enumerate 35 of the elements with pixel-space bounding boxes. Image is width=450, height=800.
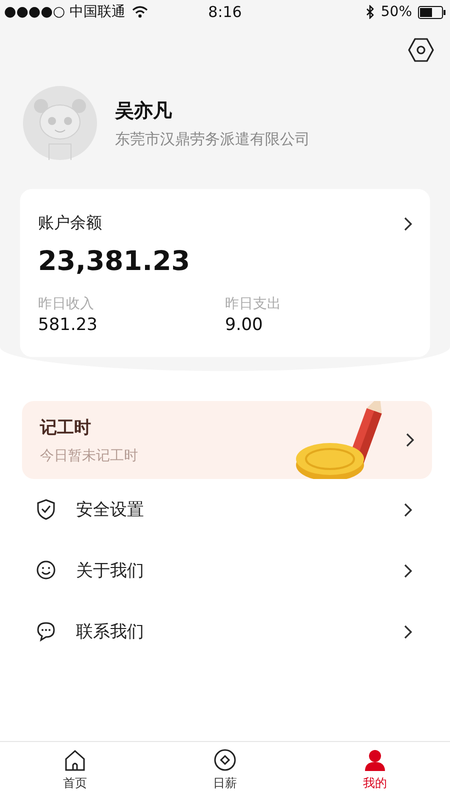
shield-check-icon bbox=[36, 499, 56, 520]
tab-item[interactable]: 日薪 bbox=[201, 742, 249, 800]
work-hours-subtitle: 今日暂未记工时 bbox=[40, 446, 139, 464]
chevron-right-icon bbox=[402, 562, 412, 578]
balance-card[interactable]: 账户余额 23,381.23 昨日收入 581.23 昨日支出 9.00 bbox=[20, 189, 430, 357]
user-name: 吴亦凡 bbox=[115, 98, 173, 124]
chat-bubble-icon bbox=[36, 621, 56, 642]
person-icon bbox=[364, 749, 386, 772]
battery-icon bbox=[418, 6, 446, 18]
chevron-right-icon bbox=[402, 216, 412, 232]
home-icon bbox=[64, 749, 86, 772]
carrier-label: ●●●●○ 中国联通 bbox=[4, 3, 126, 21]
tab-item[interactable]: 我的 bbox=[351, 742, 399, 800]
wifi-icon bbox=[132, 6, 148, 18]
chevron-right-icon bbox=[404, 432, 414, 448]
chevron-right-icon bbox=[402, 624, 412, 640]
stat-value: 9.00 bbox=[225, 315, 264, 335]
balance-label: 账户余额 bbox=[38, 213, 102, 234]
menu-item[interactable]: 安全设置 bbox=[22, 479, 412, 540]
tab-item[interactable]: 首页 bbox=[51, 742, 99, 800]
chevron-right-icon bbox=[402, 502, 412, 518]
menu-item[interactable]: 联系我们 bbox=[22, 601, 412, 662]
smiley-icon bbox=[36, 560, 56, 581]
stat-value: 581.23 bbox=[38, 315, 98, 335]
menu-item[interactable]: 关于我们 bbox=[22, 540, 412, 601]
battery-percent: 50% bbox=[380, 4, 412, 20]
balance-amount: 23,381.23 bbox=[38, 246, 192, 277]
company-name: 东莞市汉鼎劳务派遣有限公司 bbox=[115, 130, 310, 148]
bluetooth-icon bbox=[364, 5, 375, 19]
stat-label: 昨日收入 bbox=[38, 295, 95, 313]
clock-time: 8:16 bbox=[208, 3, 242, 21]
stat-label: 昨日支出 bbox=[225, 295, 282, 313]
settings-icon[interactable] bbox=[408, 38, 434, 62]
work-hours-card[interactable]: 记工时 今日暂未记工时 bbox=[22, 401, 432, 479]
work-hours-title: 记工时 bbox=[40, 416, 92, 438]
